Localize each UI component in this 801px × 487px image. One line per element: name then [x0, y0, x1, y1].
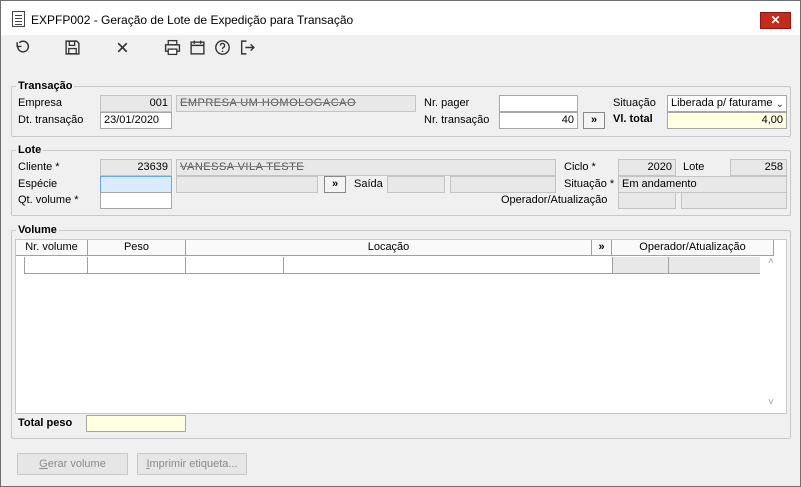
lote-field: 258 — [730, 159, 787, 176]
window-title: EXPFP002 - Geração de Lote de Expedição … — [31, 13, 354, 27]
saida-code-field — [387, 176, 445, 193]
situacao-value: Liberada p/ faturame — [671, 97, 773, 109]
cancel-icon[interactable] — [112, 39, 132, 59]
operador-field — [618, 192, 676, 209]
nr-pager-field[interactable] — [499, 95, 578, 112]
grid-cell-locacao[interactable] — [283, 257, 613, 274]
empresa-name-field: EMPRESA UM HOMOLOGACAO — [176, 95, 416, 112]
grid-cell-locacao-code[interactable] — [185, 257, 284, 274]
col-operador[interactable]: Operador/Atualização — [612, 240, 774, 256]
situacao-select[interactable]: Liberada p/ faturame ⌄ — [667, 95, 787, 112]
total-peso-field — [86, 415, 186, 432]
title-bar: EXPFP002 - Geração de Lote de Expedição … — [1, 1, 800, 35]
vl-total-label: Vl. total — [613, 113, 653, 125]
grid-cell-nr-volume[interactable] — [24, 257, 88, 274]
especie-field[interactable] — [100, 176, 172, 193]
atualizacao-field — [681, 192, 787, 209]
especie-lookup-button[interactable]: » — [324, 176, 346, 193]
vl-total-field: 4,00 — [667, 112, 787, 129]
col-nr-volume[interactable]: Nr. volume — [16, 240, 88, 256]
lote-situacao-label: Situação * — [564, 178, 615, 190]
col-locacao[interactable]: Locação — [186, 240, 592, 256]
nr-transacao-field[interactable]: 40 — [499, 112, 578, 129]
empresa-code-field: 001 — [100, 95, 172, 112]
nr-transacao-label: Nr. transação — [424, 114, 490, 126]
lote-legend: Lote — [18, 144, 42, 156]
help-icon[interactable] — [212, 39, 232, 59]
situacao-label: Situação — [613, 97, 656, 109]
transacao-legend: Transação — [18, 80, 73, 92]
saida-label: Saída — [354, 178, 383, 190]
scroll-down-icon[interactable]: ˅ — [768, 397, 778, 408]
chevron-down-icon: ⌄ — [775, 99, 784, 110]
dt-transacao-label: Dt. transação — [18, 114, 84, 126]
grid-scrollbar[interactable]: ˄ ˅ — [760, 256, 786, 413]
qt-volume-label: Qt. volume * — [18, 194, 79, 206]
especie-label: Espécie — [18, 178, 58, 190]
ciclo-label: Ciclo * — [564, 161, 596, 173]
document-icon — [12, 11, 25, 27]
toolbar — [1, 35, 800, 65]
gerar-volume-button[interactable]: Gerar volume — [17, 453, 128, 475]
volume-legend: Volume — [18, 224, 57, 236]
operador-label: Operador/Atualização — [501, 194, 608, 206]
cliente-code-field: 23639 — [100, 159, 172, 176]
main-window: EXPFP002 - Geração de Lote de Expedição … — [0, 0, 801, 487]
grid-cell-peso[interactable] — [87, 257, 186, 274]
exit-icon[interactable] — [237, 39, 257, 59]
print-icon[interactable] — [162, 39, 182, 59]
imprimir-etiqueta-label: mprimir etiqueta... — [149, 458, 238, 470]
volume-grid[interactable]: Nr. volume Peso Locação » Operador/Atual… — [15, 239, 787, 414]
save-icon[interactable] — [62, 39, 82, 59]
close-button[interactable]: ✕ — [760, 12, 791, 29]
calendar-icon[interactable] — [187, 39, 207, 59]
scroll-up-icon[interactable]: ˄ — [768, 256, 778, 267]
lote-situacao-field: Em andamento — [618, 176, 787, 193]
col-locacao-lookup[interactable]: » — [592, 240, 612, 256]
imprimir-etiqueta-button[interactable]: Imprimir etiqueta... — [137, 453, 247, 475]
especie-desc-field — [176, 176, 318, 193]
lote-label: Lote — [683, 161, 705, 173]
empresa-label: Empresa — [18, 97, 63, 109]
col-peso[interactable]: Peso — [88, 240, 186, 256]
nr-pager-label: Nr. pager — [424, 97, 470, 109]
dt-transacao-field[interactable]: 23/01/2020 — [100, 112, 172, 129]
gerar-volume-accel: G — [39, 458, 48, 470]
cliente-label: Cliente * — [18, 161, 60, 173]
gerar-volume-label: erar volume — [47, 458, 106, 470]
saida-desc-field — [450, 176, 556, 193]
qt-volume-field[interactable] — [100, 192, 172, 209]
ciclo-field: 2020 — [618, 159, 676, 176]
grid-cell-atualizacao — [668, 257, 774, 274]
grid-cell-operador — [612, 257, 669, 274]
undo-icon[interactable] — [12, 39, 32, 59]
total-peso-label: Total peso — [18, 417, 73, 429]
nr-transacao-lookup-button[interactable]: » — [583, 112, 605, 129]
cliente-name-field: VANESSA VILA TESTE — [176, 159, 556, 176]
